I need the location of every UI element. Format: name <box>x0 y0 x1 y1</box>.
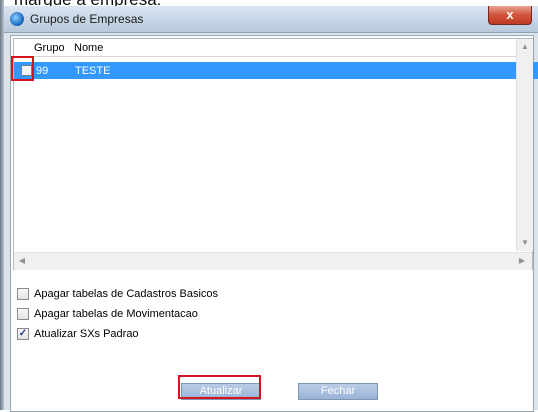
dialog-window: Grupos de Empresas x Grupo Nome 99 TESTE… <box>4 6 538 412</box>
column-header-nome[interactable]: Nome <box>74 42 103 54</box>
column-header-grupo[interactable]: Grupo <box>34 42 65 54</box>
scroll-left-icon[interactable]: ◀ <box>14 253 30 269</box>
app-icon <box>10 12 24 26</box>
close-button[interactable]: x <box>488 6 532 25</box>
option-label: Apagar tabelas de Cadastros Basicos <box>34 288 219 300</box>
scroll-up-icon[interactable]: ▲ <box>517 39 533 55</box>
table-row[interactable]: 99 TESTE <box>14 62 538 79</box>
update-button-highlight-marker <box>178 375 261 399</box>
dialog-client-area: Grupo Nome 99 TESTE ▲ ▼ ◀ ▶ Apagar tabel… <box>10 35 538 412</box>
horizontal-scrollbar[interactable]: ◀ ▶ <box>14 252 532 270</box>
title-bar[interactable]: Grupos de Empresas x <box>4 6 538 33</box>
option-checkbox[interactable] <box>17 308 29 320</box>
close-icon: x <box>506 7 514 22</box>
option-label: Atualizar SXs Padrao <box>34 328 139 340</box>
checkbox-highlight-marker <box>11 56 34 81</box>
cell-nome: TESTE <box>75 65 111 77</box>
cell-grupo: 99 <box>36 65 49 77</box>
vertical-scrollbar[interactable]: ▲ ▼ <box>516 39 533 251</box>
close-dialog-button[interactable]: Fechar <box>298 383 378 400</box>
option-checkbox-checked[interactable]: ✓ <box>17 328 29 340</box>
grid-header: Grupo Nome <box>14 39 516 57</box>
option-label: Apagar tabelas de Movimentacao <box>34 308 198 320</box>
companies-grid: Grupo Nome 99 TESTE ▲ ▼ ◀ ▶ <box>13 38 538 270</box>
option-checkbox[interactable] <box>17 288 29 300</box>
scroll-down-icon[interactable]: ▼ <box>517 235 533 251</box>
check-icon: ✓ <box>18 328 28 339</box>
scroll-right-icon[interactable]: ▶ <box>514 253 530 269</box>
window-title: Grupos de Empresas <box>30 12 144 26</box>
